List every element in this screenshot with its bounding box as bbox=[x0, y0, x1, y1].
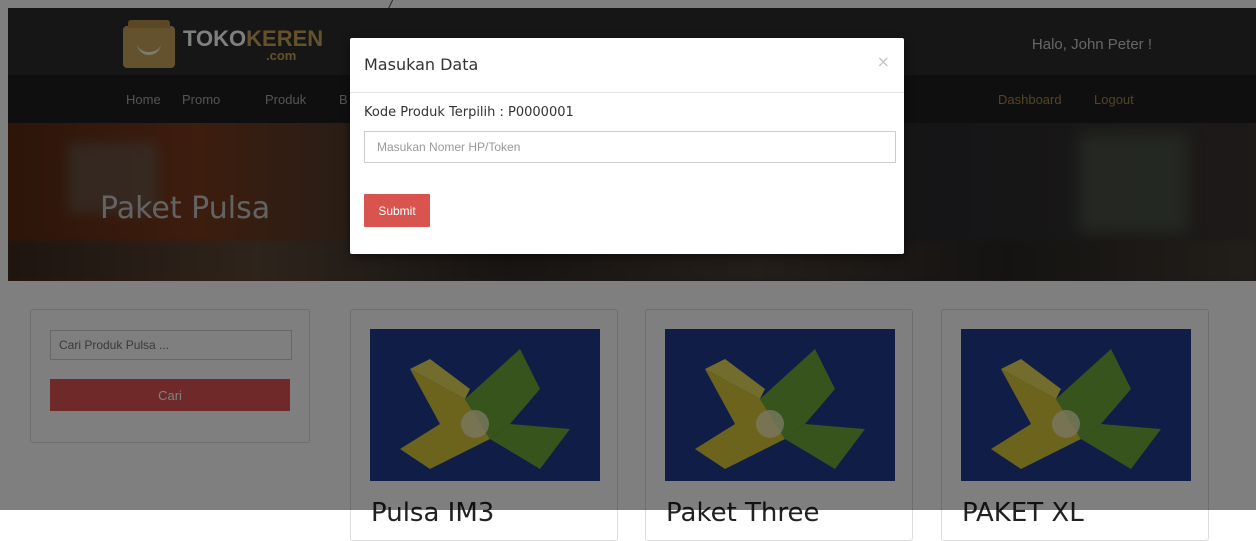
phone-token-input[interactable] bbox=[364, 131, 896, 163]
submit-button[interactable]: Submit bbox=[364, 194, 430, 227]
modal-header: Masukan Data × bbox=[350, 38, 904, 93]
selected-product-label: Kode Produk Terpilih : P0000001 bbox=[364, 105, 574, 120]
close-icon[interactable]: × bbox=[877, 52, 890, 71]
input-data-modal: Masukan Data × Kode Produk Terpilih : P0… bbox=[350, 38, 904, 254]
modal-title: Masukan Data bbox=[364, 55, 479, 74]
